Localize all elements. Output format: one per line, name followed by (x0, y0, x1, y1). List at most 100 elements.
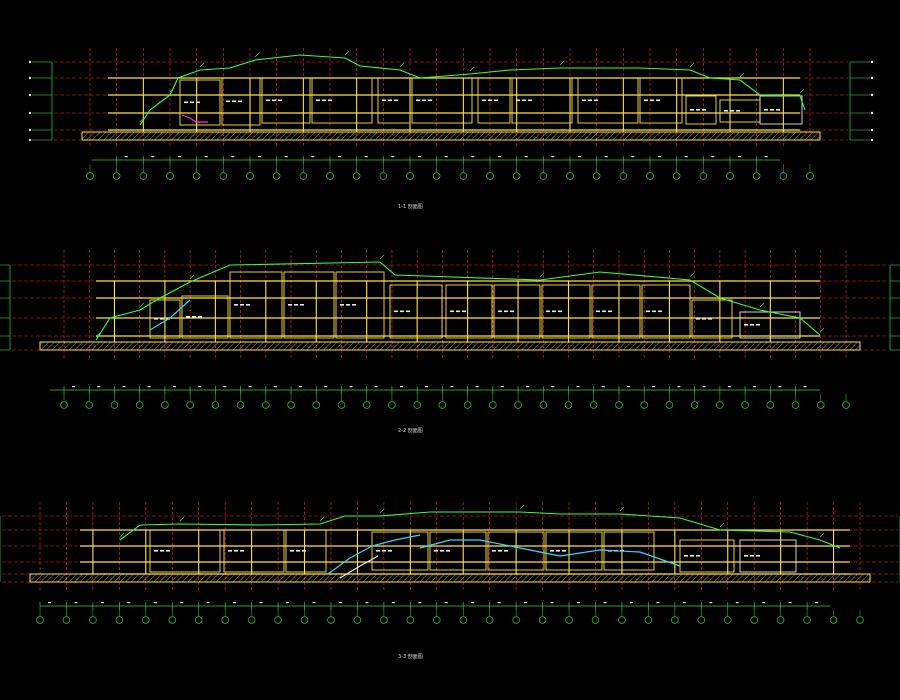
room-label-mark (546, 310, 550, 313)
room-label-mark (428, 99, 432, 102)
dimension-text-mark (338, 156, 341, 158)
dimension-text-mark (231, 156, 235, 158)
dimension-text-mark (180, 602, 184, 604)
dimension-text-mark (444, 156, 448, 158)
room-label-mark (498, 550, 502, 552)
room-label-mark (232, 100, 236, 103)
room-label-mark (658, 310, 662, 313)
dimension-text-mark (391, 602, 395, 604)
room-label-mark (340, 304, 344, 306)
room-label-mark (296, 550, 300, 552)
dimension-text-mark (677, 386, 681, 388)
room-label-mark (736, 110, 740, 112)
room-label-mark (422, 99, 426, 102)
dimension-text-mark (223, 386, 227, 388)
room-label-mark (400, 310, 404, 313)
room-label-mark (730, 110, 734, 112)
dimension-text-mark (48, 602, 51, 604)
dimension-text-mark (709, 602, 713, 604)
dimension-text-mark (418, 156, 421, 158)
room-label-mark (440, 550, 444, 552)
room-label-mark (234, 550, 238, 552)
dimension-text-mark (656, 602, 660, 604)
room-label-mark (186, 316, 190, 318)
dimension-text-mark (312, 602, 316, 604)
level-marker-dot (870, 111, 874, 115)
dimension-text-mark (349, 386, 353, 388)
dimension-text-mark (127, 602, 131, 604)
room-label-mark (594, 99, 598, 102)
dimension-text-mark (702, 386, 706, 388)
room-label-mark (322, 99, 326, 102)
room-label-mark (160, 318, 164, 320)
dimension-text-mark (364, 156, 368, 158)
room-label-mark (416, 99, 420, 102)
dimension-text-mark (711, 156, 715, 158)
dimension-text-mark (524, 156, 528, 158)
dimension-text-mark (497, 602, 501, 604)
room-label-mark (690, 109, 694, 111)
level-marker-dot (28, 93, 32, 97)
cad-drawing-canvas: 1-1 剖面图 2-2 剖面图 3-3 剖面图 (0, 0, 900, 700)
room-label-mark (696, 318, 700, 320)
dimension-text-mark (500, 386, 504, 388)
dimension-text-mark (153, 602, 157, 604)
room-label-mark (724, 110, 728, 112)
room-label-mark (302, 550, 306, 552)
room-label-mark (376, 550, 380, 552)
dimension-text-mark (753, 386, 757, 388)
room-label-mark (160, 550, 164, 552)
dimension-text-mark (233, 602, 237, 604)
dimension-text-mark (682, 602, 686, 604)
room-label-mark (656, 99, 660, 102)
room-label-mark (558, 310, 562, 313)
room-label-mark (770, 109, 774, 111)
room-label-mark (226, 100, 230, 103)
dimension-text-mark (324, 386, 328, 388)
dimension-text-mark (764, 156, 768, 158)
room-label-mark (192, 316, 196, 318)
room-label-mark (764, 109, 768, 111)
level-marker-dot (870, 128, 874, 132)
room-label-mark (278, 99, 282, 102)
base-slab (29, 573, 871, 583)
room-label-mark (154, 318, 158, 320)
room-label-mark (482, 99, 486, 102)
dimension-text-mark (100, 602, 104, 604)
dimension-text-mark (551, 156, 555, 158)
room-label-mark (446, 550, 450, 552)
dimension-text-mark (418, 602, 422, 604)
room-label-mark (346, 304, 350, 306)
dimension-text-mark (727, 386, 731, 388)
room-label-mark (504, 550, 508, 552)
room-label-mark (328, 99, 332, 102)
room-label-mark (238, 100, 242, 103)
level-marker-dot (870, 93, 874, 97)
dimension-text-mark (658, 156, 661, 158)
level-marker-dot (28, 128, 32, 132)
room-label-mark (744, 324, 748, 326)
room-label-mark (184, 101, 188, 104)
dimension-text-mark (374, 386, 378, 388)
dimension-text-mark (338, 602, 342, 604)
dimension-text-mark (284, 156, 288, 158)
room-label-mark (394, 99, 398, 102)
room-label-mark (272, 99, 276, 102)
room-label-mark (650, 99, 654, 102)
room-label-mark (582, 99, 586, 102)
room-label-mark (450, 310, 454, 313)
room-label-mark (434, 550, 438, 552)
dimension-text-mark (365, 602, 369, 604)
room-label-mark (556, 550, 560, 552)
room-label-mark (516, 99, 520, 102)
dimension-text-mark (259, 602, 263, 604)
room-label-mark (154, 550, 158, 552)
level-marker-dot (870, 60, 874, 64)
room-label-mark (702, 318, 706, 320)
dimension-text-mark (684, 156, 688, 158)
room-label-mark (644, 99, 648, 102)
room-label-mark (552, 310, 556, 313)
base-slab (39, 341, 861, 351)
room-label-mark (596, 310, 600, 313)
dimension-text-mark (815, 602, 819, 604)
